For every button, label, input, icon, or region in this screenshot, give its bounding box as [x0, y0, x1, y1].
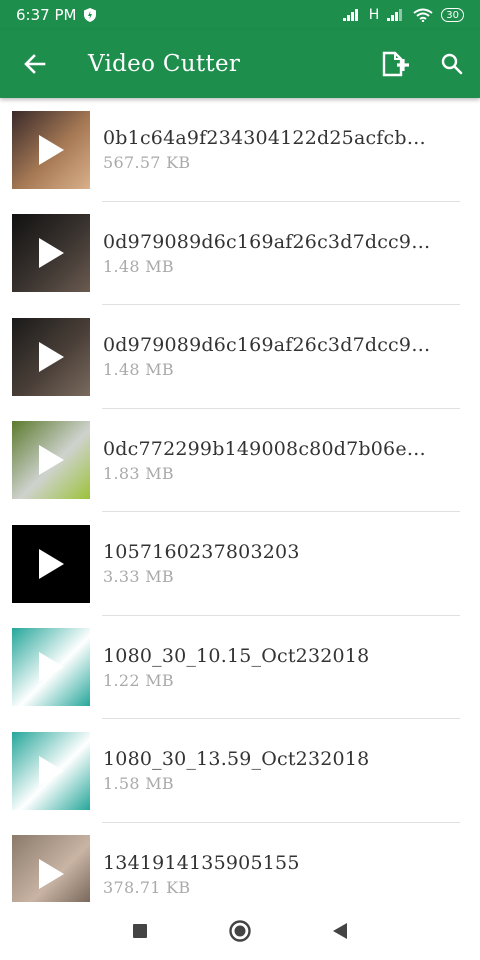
- video-file-name: 0b1c64a9f234304122d25acfcb…: [103, 127, 426, 150]
- play-icon: [39, 238, 64, 269]
- status-time: 6:37 PM: [16, 6, 77, 24]
- recents-button[interactable]: [120, 911, 160, 951]
- video-list-item[interactable]: 0d979089d6c169af26c3d7dcc9… 1.48 MB: [0, 305, 480, 409]
- video-list[interactable]: 0b1c64a9f234304122d25acfcb… 567.57 KB 0d…: [0, 98, 480, 902]
- back-button[interactable]: [0, 30, 70, 98]
- video-file-size: 567.57 KB: [103, 153, 191, 173]
- video-file-name: 0dc772299b149008c80d7b06e…: [103, 437, 426, 460]
- network-type: H: [368, 7, 380, 23]
- video-file-size: 1.48 MB: [103, 256, 174, 276]
- video-file-size: 1.58 MB: [103, 774, 174, 794]
- play-icon: [39, 859, 64, 890]
- play-icon: [39, 341, 64, 372]
- status-indicators: H 30: [342, 7, 464, 23]
- add-file-button[interactable]: [368, 30, 424, 98]
- arrow-left-icon: [24, 54, 46, 74]
- home-button[interactable]: [220, 911, 260, 951]
- video-list-item[interactable]: 1080_30_13.59_Oct232018 1.58 MB: [0, 719, 480, 823]
- play-icon: [39, 755, 64, 786]
- wifi-icon: [413, 8, 433, 22]
- navigation-bar: [0, 902, 480, 960]
- video-list-item[interactable]: 1341914135905155 378.71 KB: [0, 823, 480, 902]
- play-icon: [39, 652, 64, 683]
- video-thumbnail: [12, 524, 90, 603]
- video-thumbnail: [12, 110, 90, 189]
- video-file-size: 378.71 KB: [103, 877, 191, 897]
- video-list-item[interactable]: 1080_30_10.15_Oct232018 1.22 MB: [0, 616, 480, 719]
- shield-icon: [84, 8, 97, 22]
- square-icon: [133, 924, 147, 938]
- battery-indicator: 30: [441, 8, 464, 22]
- play-icon: [39, 548, 64, 579]
- video-list-item[interactable]: 1057160237803203 3.33 MB: [0, 512, 480, 616]
- video-thumbnail: [12, 214, 90, 293]
- video-file-name: 1341914135905155: [103, 851, 300, 874]
- video-file-name: 1080_30_13.59_Oct232018: [103, 748, 370, 771]
- video-list-item[interactable]: 0d979089d6c169af26c3d7dcc9… 1.48 MB: [0, 202, 480, 305]
- video-list-item[interactable]: 0b1c64a9f234304122d25acfcb… 567.57 KB: [0, 98, 480, 202]
- search-button[interactable]: [424, 30, 480, 98]
- add-file-icon: [382, 51, 409, 77]
- status-bar: 6:37 PM H 30: [0, 0, 480, 30]
- video-file-size: 1.22 MB: [103, 670, 174, 690]
- video-file-size: 1.48 MB: [103, 360, 174, 380]
- search-icon: [441, 53, 463, 75]
- play-icon: [39, 134, 64, 165]
- video-thumbnail: [12, 731, 90, 810]
- video-file-name: 0d979089d6c169af26c3d7dcc9…: [103, 230, 431, 253]
- video-thumbnail: [12, 317, 90, 396]
- video-file-size: 3.33 MB: [103, 567, 174, 587]
- video-thumbnail: [12, 421, 90, 500]
- app-bar: Video Cutter: [0, 30, 480, 98]
- circle-icon: [229, 920, 251, 942]
- video-file-name: 0d979089d6c169af26c3d7dcc9…: [103, 334, 431, 357]
- video-thumbnail: [12, 835, 90, 902]
- signal-icon: [342, 9, 358, 21]
- video-file-name: 1080_30_10.15_Oct232018: [103, 644, 370, 667]
- video-thumbnail: [12, 628, 90, 707]
- page-title: Video Cutter: [88, 51, 241, 77]
- triangle-icon: [333, 923, 347, 939]
- play-icon: [39, 445, 64, 476]
- video-file-size: 1.83 MB: [103, 463, 174, 483]
- back-nav-button[interactable]: [320, 911, 360, 951]
- video-file-name: 1057160237803203: [103, 541, 300, 564]
- video-list-item[interactable]: 0dc772299b149008c80d7b06e… 1.83 MB: [0, 409, 480, 512]
- signal-icon: [387, 9, 403, 21]
